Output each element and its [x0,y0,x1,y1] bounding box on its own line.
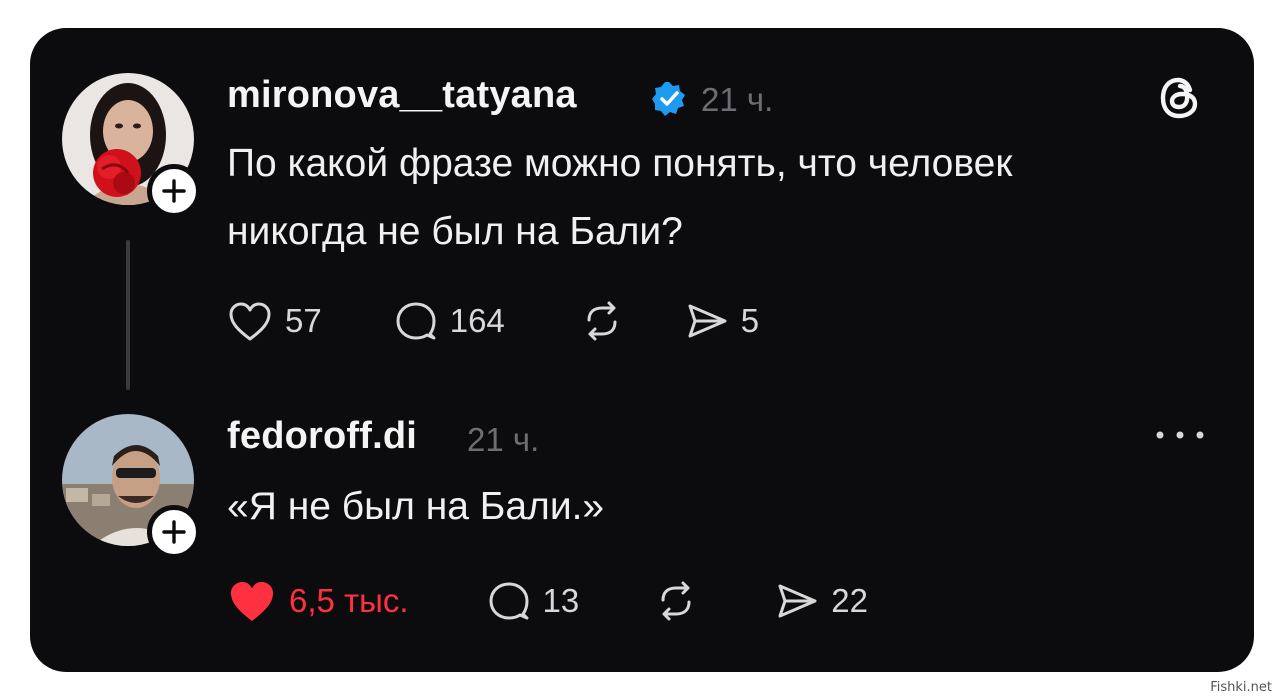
comment-icon [396,302,436,340]
reply-repost-button[interactable] [655,580,697,622]
follow-button-mironova[interactable] [147,164,201,218]
reply-reply-button[interactable]: 13 [487,580,580,622]
heart-icon [229,302,271,341]
post-timestamp: 21 ч. [701,81,774,118]
like-button[interactable]: 57 [227,300,322,342]
post-actions: 57 164 5 [227,300,759,342]
threads-logo-icon[interactable] [1157,74,1203,122]
reply-reply-count: 13 [542,582,580,619]
post-text-line-1: По какой фразе можно понять, что человек [227,142,1013,185]
plus-icon [162,179,186,203]
more-dots-icon[interactable] [1154,429,1206,441]
post-text-line-2: никогда не был на Бали? [227,210,683,253]
send-icon [688,304,727,338]
reply-like-count: 6,5 тыс. [289,582,409,619]
reply-count: 164 [449,302,505,339]
like-count: 57 [285,302,322,339]
thread-connector-line [126,240,130,390]
comment-icon [489,582,529,620]
reply-button[interactable]: 164 [394,300,505,342]
follow-button-fedoroff[interactable] [147,505,201,559]
reply-actions: 6,5 тыс. 13 22 [227,578,868,624]
reply-share-count: 22 [831,582,868,619]
threads-post-card: mironova__tatyana 21 ч. По какой фразе м… [30,28,1254,672]
heart-icon [231,582,273,621]
repost-icon [661,581,691,621]
share-count: 5 [740,302,760,339]
reply-share-button[interactable]: 22 [775,581,868,621]
reply-timestamp: 21 ч. [467,421,540,458]
reply-like-button[interactable]: 6,5 тыс. [227,578,409,624]
repost-button[interactable] [581,300,623,342]
plus-icon [162,520,186,544]
share-button[interactable]: 5 [685,301,759,341]
reply-text: «Я не был на Бали.» [227,485,605,528]
verified-check-icon [652,82,685,116]
repost-icon [587,301,617,341]
send-icon [778,584,817,618]
post-username[interactable]: mironova__tatyana [227,74,577,117]
watermark: Fishki.net [1210,680,1272,695]
reply-username[interactable]: fedoroff.di [227,415,417,458]
